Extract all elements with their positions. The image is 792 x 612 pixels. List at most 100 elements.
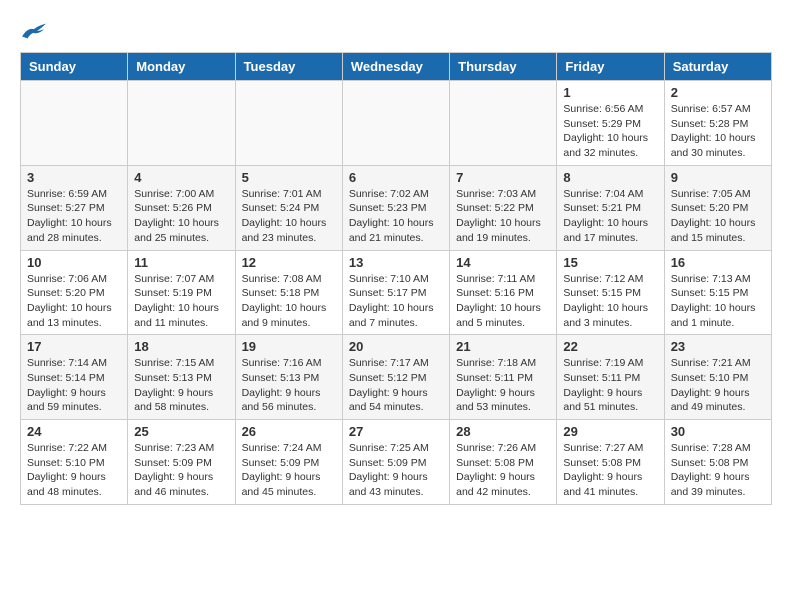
calendar-cell: 27 Sunrise: 7:25 AM Sunset: 5:09 PM Dayli… [342, 420, 449, 505]
day-number: 5 [242, 170, 336, 185]
day-number: 3 [27, 170, 121, 185]
calendar-cell: 26 Sunrise: 7:24 AM Sunset: 5:09 PM Dayli… [235, 420, 342, 505]
day-info: Sunrise: 7:08 AM Sunset: 5:18 PM Dayligh… [242, 272, 336, 331]
day-info: Sunrise: 7:05 AM Sunset: 5:20 PM Dayligh… [671, 187, 765, 246]
day-info: Sunrise: 6:59 AM Sunset: 5:27 PM Dayligh… [27, 187, 121, 246]
calendar-cell: 28Sunrise: 7:26 AM Sunset: 5:08 PM Dayli… [450, 420, 557, 505]
day-info: Sunrise: 7:25 AM Sunset: 5:09 PM Dayligh… [349, 441, 443, 500]
day-number: 23 [671, 339, 765, 354]
day-info: Sunrise: 7:01 AM Sunset: 5:24 PM Dayligh… [242, 187, 336, 246]
calendar-cell: 20 Sunrise: 7:17 AM Sunset: 5:12 PM Dayli… [342, 335, 449, 420]
day-info: Sunrise: 7:21 AM Sunset: 5:10 PM Dayligh… [671, 356, 765, 415]
calendar-cell: 12 Sunrise: 7:08 AM Sunset: 5:18 PM Dayli… [235, 250, 342, 335]
day-number: 16 [671, 255, 765, 270]
day-number: 27 [349, 424, 443, 439]
calendar-cell: 29Sunrise: 7:27 AM Sunset: 5:08 PM Dayli… [557, 420, 664, 505]
calendar-week-row: 24 Sunrise: 7:22 AM Sunset: 5:10 PM Dayli… [21, 420, 772, 505]
day-info: Sunrise: 6:57 AM Sunset: 5:28 PM Dayligh… [671, 102, 765, 161]
day-number: 4 [134, 170, 228, 185]
weekday-header: Monday [128, 53, 235, 81]
day-info: Sunrise: 7:13 AM Sunset: 5:15 PM Dayligh… [671, 272, 765, 331]
calendar-cell: 7 Sunrise: 7:03 AM Sunset: 5:22 PM Daylig… [450, 165, 557, 250]
day-info: Sunrise: 7:07 AM Sunset: 5:19 PM Dayligh… [134, 272, 228, 331]
day-info: Sunrise: 7:04 AM Sunset: 5:21 PM Dayligh… [563, 187, 657, 246]
calendar-cell: 1 Sunrise: 6:56 AM Sunset: 5:29 PM Daylig… [557, 81, 664, 166]
day-number: 6 [349, 170, 443, 185]
page-header [20, 20, 772, 42]
calendar-week-row: 17Sunrise: 7:14 AM Sunset: 5:14 PM Dayli… [21, 335, 772, 420]
calendar-cell: 8 Sunrise: 7:04 AM Sunset: 5:21 PM Daylig… [557, 165, 664, 250]
day-info: Sunrise: 7:17 AM Sunset: 5:12 PM Dayligh… [349, 356, 443, 415]
day-info: Sunrise: 7:14 AM Sunset: 5:14 PM Dayligh… [27, 356, 121, 415]
calendar-cell: 2 Sunrise: 6:57 AM Sunset: 5:28 PM Daylig… [664, 81, 771, 166]
logo-icon [20, 20, 48, 42]
day-info: Sunrise: 7:00 AM Sunset: 5:26 PM Dayligh… [134, 187, 228, 246]
calendar-cell: 24 Sunrise: 7:22 AM Sunset: 5:10 PM Dayli… [21, 420, 128, 505]
calendar-cell: 9 Sunrise: 7:05 AM Sunset: 5:20 PM Daylig… [664, 165, 771, 250]
day-number: 11 [134, 255, 228, 270]
day-number: 22 [563, 339, 657, 354]
calendar-cell: 4 Sunrise: 7:00 AM Sunset: 5:26 PM Daylig… [128, 165, 235, 250]
day-number: 7 [456, 170, 550, 185]
day-number: 18 [134, 339, 228, 354]
calendar-cell: 10 Sunrise: 7:06 AM Sunset: 5:20 PM Dayli… [21, 250, 128, 335]
day-number: 9 [671, 170, 765, 185]
logo [20, 20, 52, 42]
weekday-header: Wednesday [342, 53, 449, 81]
calendar-cell: 3 Sunrise: 6:59 AM Sunset: 5:27 PM Daylig… [21, 165, 128, 250]
day-info: Sunrise: 7:10 AM Sunset: 5:17 PM Dayligh… [349, 272, 443, 331]
calendar-cell: 11 Sunrise: 7:07 AM Sunset: 5:19 PM Dayli… [128, 250, 235, 335]
day-info: Sunrise: 7:06 AM Sunset: 5:20 PM Dayligh… [27, 272, 121, 331]
day-number: 24 [27, 424, 121, 439]
calendar-cell [342, 81, 449, 166]
day-number: 25 [134, 424, 228, 439]
day-number: 21 [456, 339, 550, 354]
day-number: 14 [456, 255, 550, 270]
day-info: Sunrise: 6:56 AM Sunset: 5:29 PM Dayligh… [563, 102, 657, 161]
calendar-cell: 6 Sunrise: 7:02 AM Sunset: 5:23 PM Daylig… [342, 165, 449, 250]
calendar-week-row: 1 Sunrise: 6:56 AM Sunset: 5:29 PM Daylig… [21, 81, 772, 166]
day-number: 2 [671, 85, 765, 100]
day-number: 28 [456, 424, 550, 439]
calendar-cell: 23 Sunrise: 7:21 AM Sunset: 5:10 PM Dayli… [664, 335, 771, 420]
day-info: Sunrise: 7:19 AM Sunset: 5:11 PM Dayligh… [563, 356, 657, 415]
day-number: 10 [27, 255, 121, 270]
calendar-cell: 17Sunrise: 7:14 AM Sunset: 5:14 PM Dayli… [21, 335, 128, 420]
day-number: 1 [563, 85, 657, 100]
day-info: Sunrise: 7:23 AM Sunset: 5:09 PM Dayligh… [134, 441, 228, 500]
day-number: 8 [563, 170, 657, 185]
day-number: 12 [242, 255, 336, 270]
calendar-week-row: 10 Sunrise: 7:06 AM Sunset: 5:20 PM Dayli… [21, 250, 772, 335]
calendar-week-row: 3 Sunrise: 6:59 AM Sunset: 5:27 PM Daylig… [21, 165, 772, 250]
day-number: 13 [349, 255, 443, 270]
day-info: Sunrise: 7:03 AM Sunset: 5:22 PM Dayligh… [456, 187, 550, 246]
day-number: 26 [242, 424, 336, 439]
calendar-cell [21, 81, 128, 166]
calendar-cell: 21 Sunrise: 7:18 AM Sunset: 5:11 PM Dayli… [450, 335, 557, 420]
calendar-cell [128, 81, 235, 166]
day-info: Sunrise: 7:11 AM Sunset: 5:16 PM Dayligh… [456, 272, 550, 331]
day-info: Sunrise: 7:12 AM Sunset: 5:15 PM Dayligh… [563, 272, 657, 331]
calendar-cell [235, 81, 342, 166]
weekday-header: Friday [557, 53, 664, 81]
day-number: 20 [349, 339, 443, 354]
calendar-cell: 22 Sunrise: 7:19 AM Sunset: 5:11 PM Dayli… [557, 335, 664, 420]
calendar-header: SundayMondayTuesdayWednesdayThursdayFrid… [21, 53, 772, 81]
calendar-cell: 25 Sunrise: 7:23 AM Sunset: 5:09 PM Dayli… [128, 420, 235, 505]
day-info: Sunrise: 7:28 AM Sunset: 5:08 PM Dayligh… [671, 441, 765, 500]
calendar-cell: 19Sunrise: 7:16 AM Sunset: 5:13 PM Dayli… [235, 335, 342, 420]
calendar-cell: 18 Sunrise: 7:15 AM Sunset: 5:13 PM Dayli… [128, 335, 235, 420]
day-number: 15 [563, 255, 657, 270]
day-info: Sunrise: 7:22 AM Sunset: 5:10 PM Dayligh… [27, 441, 121, 500]
calendar-cell: 15 Sunrise: 7:12 AM Sunset: 5:15 PM Dayli… [557, 250, 664, 335]
calendar-cell: 14 Sunrise: 7:11 AM Sunset: 5:16 PM Dayli… [450, 250, 557, 335]
weekday-header: Thursday [450, 53, 557, 81]
day-info: Sunrise: 7:24 AM Sunset: 5:09 PM Dayligh… [242, 441, 336, 500]
calendar-table: SundayMondayTuesdayWednesdayThursdayFrid… [20, 52, 772, 505]
calendar-cell: 5 Sunrise: 7:01 AM Sunset: 5:24 PM Daylig… [235, 165, 342, 250]
weekday-header: Tuesday [235, 53, 342, 81]
calendar-cell: 13 Sunrise: 7:10 AM Sunset: 5:17 PM Dayli… [342, 250, 449, 335]
day-info: Sunrise: 7:02 AM Sunset: 5:23 PM Dayligh… [349, 187, 443, 246]
day-info: Sunrise: 7:18 AM Sunset: 5:11 PM Dayligh… [456, 356, 550, 415]
day-info: Sunrise: 7:15 AM Sunset: 5:13 PM Dayligh… [134, 356, 228, 415]
